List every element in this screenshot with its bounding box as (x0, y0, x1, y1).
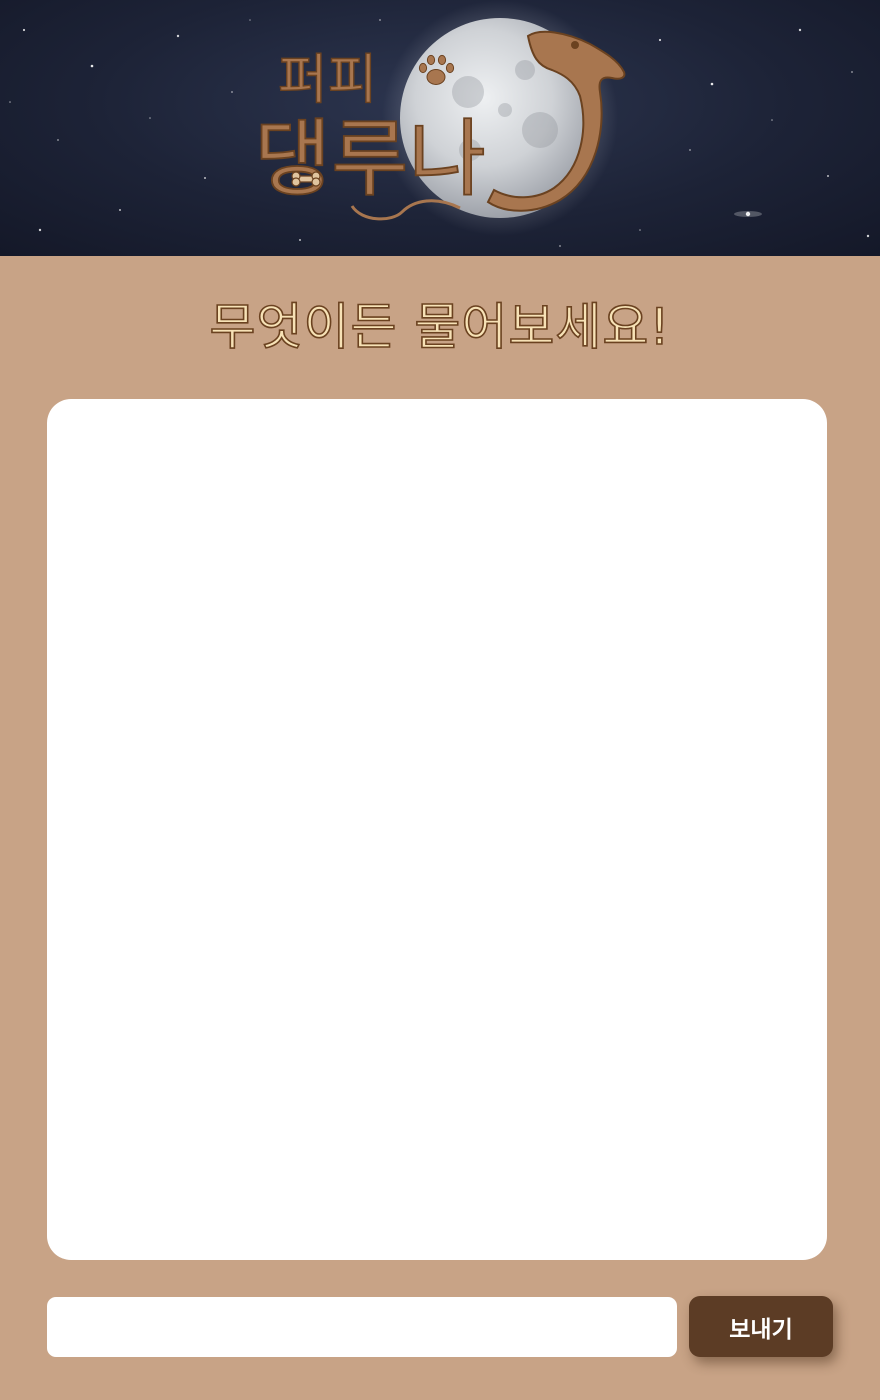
logo-line-2: 댕루나 (254, 110, 486, 208)
message-input[interactable] (47, 1297, 677, 1357)
logo-line-1: 퍼피 (278, 48, 377, 111)
header-banner: 퍼피 댕루나 (0, 0, 880, 256)
page-title: 무엇이든 물어보세요! (209, 297, 671, 357)
logo-artwork: 퍼피 댕루나 (9, 0, 870, 247)
send-button[interactable]: 보내기 (689, 1296, 833, 1357)
chat-log (47, 399, 827, 1260)
